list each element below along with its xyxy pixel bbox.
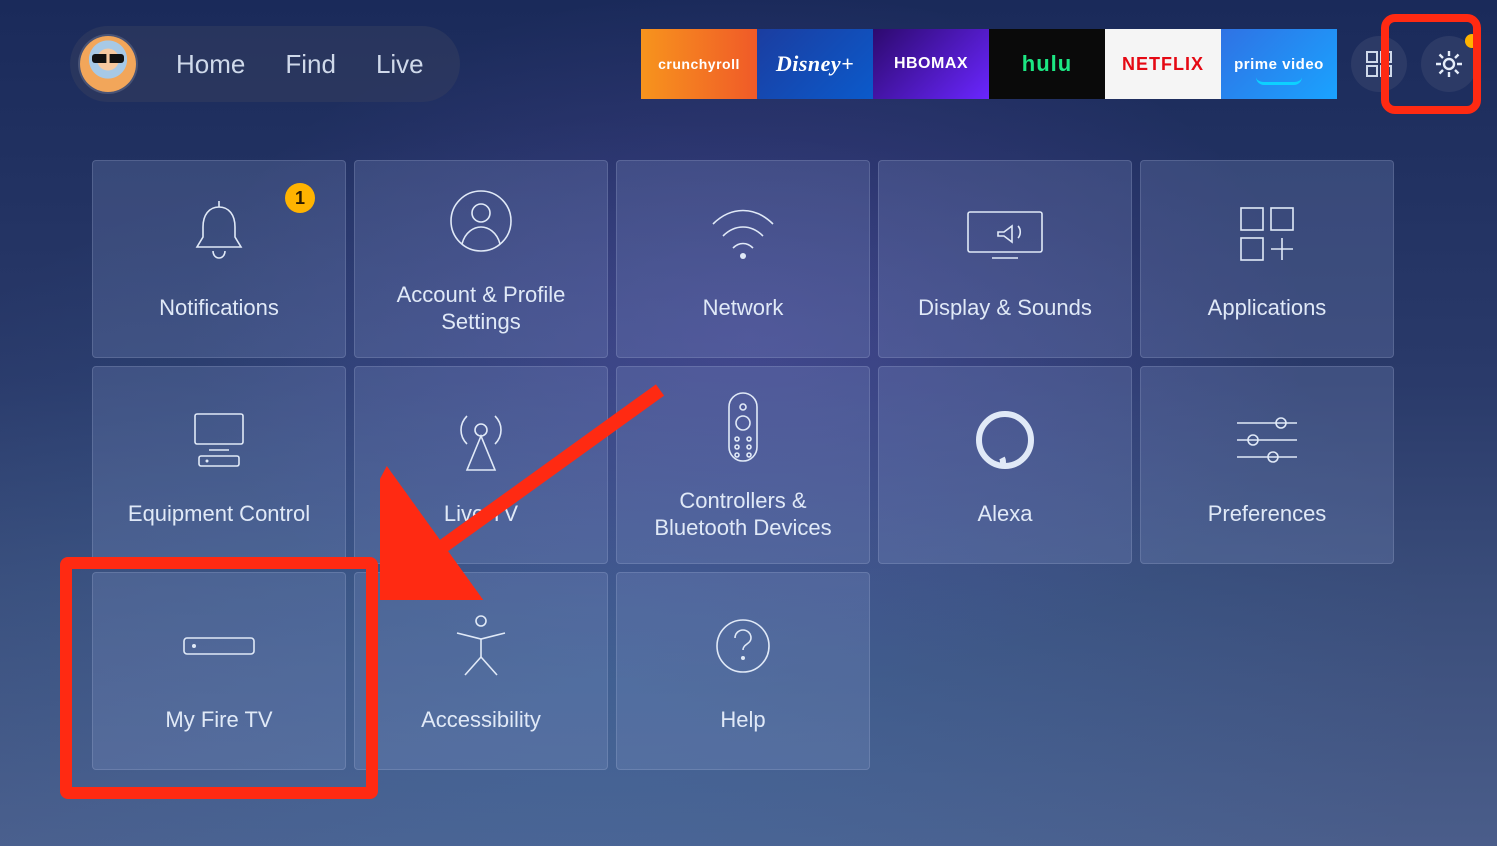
help-icon <box>713 616 773 676</box>
tile-myfiretv-label: My Fire TV <box>165 706 272 734</box>
tile-account-profile[interactable]: Account & Profile Settings <box>354 160 608 358</box>
alexa-ring-icon <box>973 408 1037 472</box>
app-primevideo[interactable]: prime video <box>1221 29 1337 99</box>
tile-notifications-label: Notifications <box>159 294 279 322</box>
tile-network[interactable]: Network <box>616 160 870 358</box>
tile-alexa-label: Alexa <box>977 500 1032 528</box>
apps-grid-icon <box>1363 48 1395 80</box>
nav-left-group: Home Find Live <box>70 26 460 102</box>
settings-notification-dot <box>1465 34 1479 48</box>
tile-notifications[interactable]: 1 Notifications <box>92 160 346 358</box>
app-crunchyroll[interactable]: crunchyroll <box>641 29 757 99</box>
tile-my-fire-tv[interactable]: My Fire TV <box>92 572 346 770</box>
tile-live-tv[interactable]: Live TV <box>354 366 608 564</box>
profile-icon <box>448 188 514 254</box>
tile-livetv-label: Live TV <box>444 500 518 528</box>
nav-live[interactable]: Live <box>376 49 424 80</box>
app-hulu-label: hulu <box>1022 51 1072 77</box>
tile-accessibility[interactable]: Accessibility <box>354 572 608 770</box>
app-netflix[interactable]: NETFLIX <box>1105 29 1221 99</box>
settings-grid: 1 Notifications Account & Profile Settin… <box>92 160 1394 770</box>
equipment-icon <box>183 410 255 470</box>
top-nav: Home Find Live crunchyroll Disney+ HBOMA… <box>70 24 1477 104</box>
antenna-icon <box>449 406 513 474</box>
tile-applications-label: Applications <box>1208 294 1327 322</box>
tile-preferences[interactable]: Preferences <box>1140 366 1394 564</box>
all-apps-button[interactable] <box>1351 36 1407 92</box>
wifi-icon <box>707 206 779 262</box>
tv-volume-icon <box>962 206 1048 262</box>
tile-display-label: Display & Sounds <box>918 294 1092 322</box>
notifications-badge: 1 <box>285 183 315 213</box>
nav-app-row: crunchyroll Disney+ HBOMAX hulu NETFLIX … <box>641 29 1477 99</box>
app-crunchyroll-label: crunchyroll <box>658 56 740 72</box>
sliders-icon <box>1231 413 1303 467</box>
settings-button[interactable] <box>1421 36 1477 92</box>
app-disneyplus[interactable]: Disney+ <box>757 29 873 99</box>
tile-accessibility-label: Accessibility <box>421 706 541 734</box>
bell-icon <box>189 199 249 269</box>
remote-icon <box>725 389 761 465</box>
tile-equipment-label: Equipment Control <box>128 500 310 528</box>
tile-equipment-control[interactable]: Equipment Control <box>92 366 346 564</box>
tile-help-label: Help <box>720 706 765 734</box>
profile-avatar[interactable] <box>80 36 136 92</box>
gear-icon <box>1433 48 1465 80</box>
nav-home[interactable]: Home <box>176 49 245 80</box>
accessibility-icon <box>451 613 511 679</box>
tile-network-label: Network <box>703 294 784 322</box>
tile-applications[interactable]: Applications <box>1140 160 1394 358</box>
app-hbomax-label: HBOMAX <box>894 55 968 73</box>
tile-alexa[interactable]: Alexa <box>878 366 1132 564</box>
app-hbomax[interactable]: HBOMAX <box>873 29 989 99</box>
tile-display-sounds[interactable]: Display & Sounds <box>878 160 1132 358</box>
app-disneyplus-label: Disney+ <box>776 51 854 77</box>
app-netflix-label: NETFLIX <box>1122 54 1204 75</box>
tile-help[interactable]: Help <box>616 572 870 770</box>
app-hulu[interactable]: hulu <box>989 29 1105 99</box>
tile-controllers-label: Controllers & Bluetooth Devices <box>631 487 855 542</box>
tile-preferences-label: Preferences <box>1208 500 1327 528</box>
apps-plus-icon <box>1235 202 1299 266</box>
app-primevideo-label: prime video <box>1234 56 1324 73</box>
prime-smile-icon <box>1256 77 1302 85</box>
firetv-box-icon <box>180 634 258 658</box>
tile-account-label: Account & Profile Settings <box>369 281 593 336</box>
nav-find[interactable]: Find <box>285 49 336 80</box>
tile-controllers-bluetooth[interactable]: Controllers & Bluetooth Devices <box>616 366 870 564</box>
